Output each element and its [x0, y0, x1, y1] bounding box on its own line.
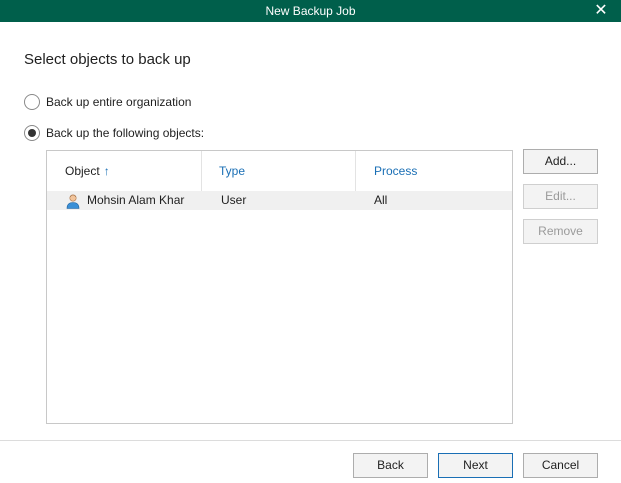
radio-button-checked[interactable]	[24, 125, 40, 141]
remove-button[interactable]: Remove	[523, 219, 598, 244]
objects-grid[interactable]: Object ↑ Type Process Mohsin Alam Khar Us…	[46, 150, 513, 424]
cancel-button[interactable]: Cancel	[523, 453, 598, 478]
cell-object: Mohsin Alam Khar	[87, 193, 185, 207]
cell-process: All	[374, 193, 388, 207]
column-header-type[interactable]: Type	[219, 151, 245, 189]
cell-type: User	[221, 193, 247, 207]
radio-entire-organization[interactable]: Back up entire organization	[24, 94, 191, 110]
radio-label: Back up entire organization	[46, 95, 192, 109]
grid-header: Object ↑ Type Process	[47, 151, 512, 209]
sort-ascending-icon: ↑	[103, 164, 110, 178]
page-heading: Select objects to back up	[24, 51, 191, 68]
column-header-object[interactable]: Object ↑	[65, 151, 110, 189]
radio-label: Back up the following objects:	[46, 126, 205, 140]
table-row[interactable]: Mohsin Alam Khar User All	[47, 191, 512, 210]
back-button[interactable]: Back	[353, 453, 428, 478]
edit-button[interactable]: Edit...	[523, 184, 598, 209]
footer-divider	[0, 440, 621, 441]
title-bar: New Backup Job ✕	[0, 0, 621, 22]
user-icon	[66, 194, 80, 209]
radio-button-unchecked[interactable]	[24, 94, 40, 110]
close-icon[interactable]: ✕	[593, 2, 609, 18]
radio-following-objects[interactable]: Back up the following objects:	[24, 125, 204, 141]
column-header-process[interactable]: Process	[374, 151, 417, 189]
window-title: New Backup Job	[265, 4, 356, 18]
add-button[interactable]: Add...	[523, 149, 598, 174]
column-header-label: Object	[65, 164, 100, 178]
next-button[interactable]: Next	[438, 453, 513, 478]
